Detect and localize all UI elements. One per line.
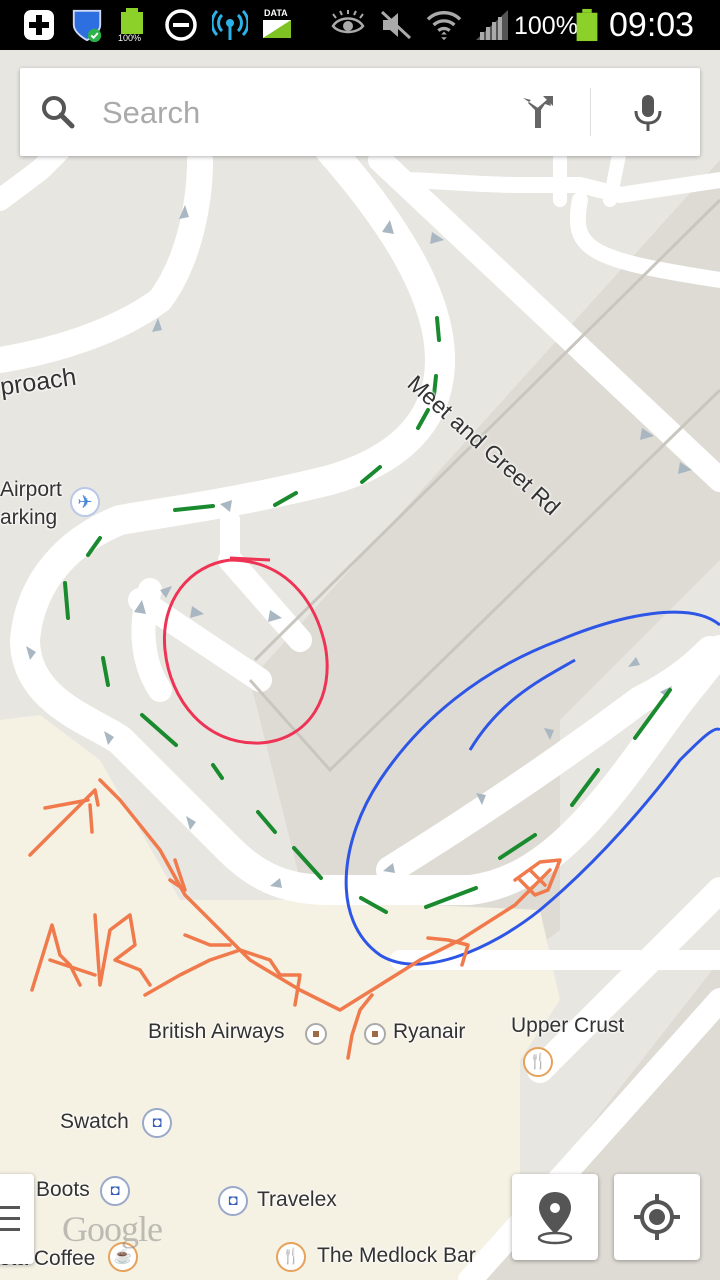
boots-label[interactable]: Boots — [36, 1178, 90, 1202]
directions-icon[interactable] — [515, 90, 561, 136]
mute-icon — [380, 10, 412, 40]
search-bar — [20, 68, 700, 156]
bar-glass-icon[interactable]: 🍴 — [276, 1242, 306, 1272]
airport-parking-label-line2[interactable]: arking — [0, 506, 57, 530]
british-airways-marker-icon[interactable] — [305, 1023, 327, 1045]
airport-parking-label-line1[interactable]: Airport — [0, 478, 62, 502]
google-watermark-logo: Google — [62, 1209, 163, 1249]
battery-full-icon: 100% — [118, 8, 150, 43]
hotspot-icon — [212, 9, 248, 40]
swatch-label[interactable]: Swatch — [60, 1110, 129, 1134]
menu-lines-icon — [0, 1206, 20, 1231]
do-not-disturb-icon — [165, 9, 197, 41]
british-airways-label[interactable]: British Airways — [148, 1020, 285, 1044]
map-pin-icon — [537, 1192, 573, 1245]
search-bar-divider — [590, 88, 591, 136]
crosshair-location-icon — [634, 1194, 680, 1240]
battery-icon — [576, 8, 598, 42]
status-bar: 100% DATA 100% 09:03 — [0, 0, 720, 50]
clock: 09:03 — [609, 6, 695, 44]
map-graphics — [0, 50, 720, 1280]
map-canvas[interactable]: Meet and Greet Rd proach Airport arking … — [0, 50, 720, 1280]
signal-bars-icon — [476, 10, 508, 40]
airport-plane-icon[interactable]: ✈ — [70, 487, 100, 517]
travelex-label[interactable]: Travelex — [257, 1188, 337, 1212]
shopping-bag-icon[interactable]: ◘ — [100, 1176, 130, 1206]
medlock-bar-label[interactable]: The Medlock Bar — [317, 1244, 476, 1268]
ryanair-label[interactable]: Ryanair — [393, 1020, 465, 1044]
microphone-icon[interactable] — [625, 90, 671, 136]
search-input[interactable] — [100, 88, 504, 138]
eye-icon — [331, 10, 365, 34]
battery-percent: 100% — [514, 12, 578, 40]
data-sync-icon: DATA — [262, 8, 296, 42]
restaurant-icon[interactable]: 🍴 — [523, 1047, 553, 1077]
shopping-bag-icon[interactable]: ◘ — [218, 1186, 248, 1216]
pin-location-button[interactable] — [512, 1174, 598, 1260]
battery-small-label: 100% — [118, 33, 142, 43]
shopping-bag-icon[interactable]: ◘ — [142, 1108, 172, 1138]
wifi-icon — [426, 11, 462, 41]
search-icon[interactable] — [40, 94, 76, 130]
side-menu-button[interactable] — [0, 1174, 34, 1264]
security-shield-icon — [72, 9, 102, 42]
ryanair-marker-icon[interactable] — [364, 1023, 386, 1045]
add-notification-icon — [24, 10, 54, 40]
upper-crust-label[interactable]: Upper Crust — [511, 1014, 624, 1038]
my-location-button[interactable] — [614, 1174, 700, 1260]
screen: 100% DATA 100% 09:03 Meet and Greet Rd p… — [0, 0, 720, 1280]
